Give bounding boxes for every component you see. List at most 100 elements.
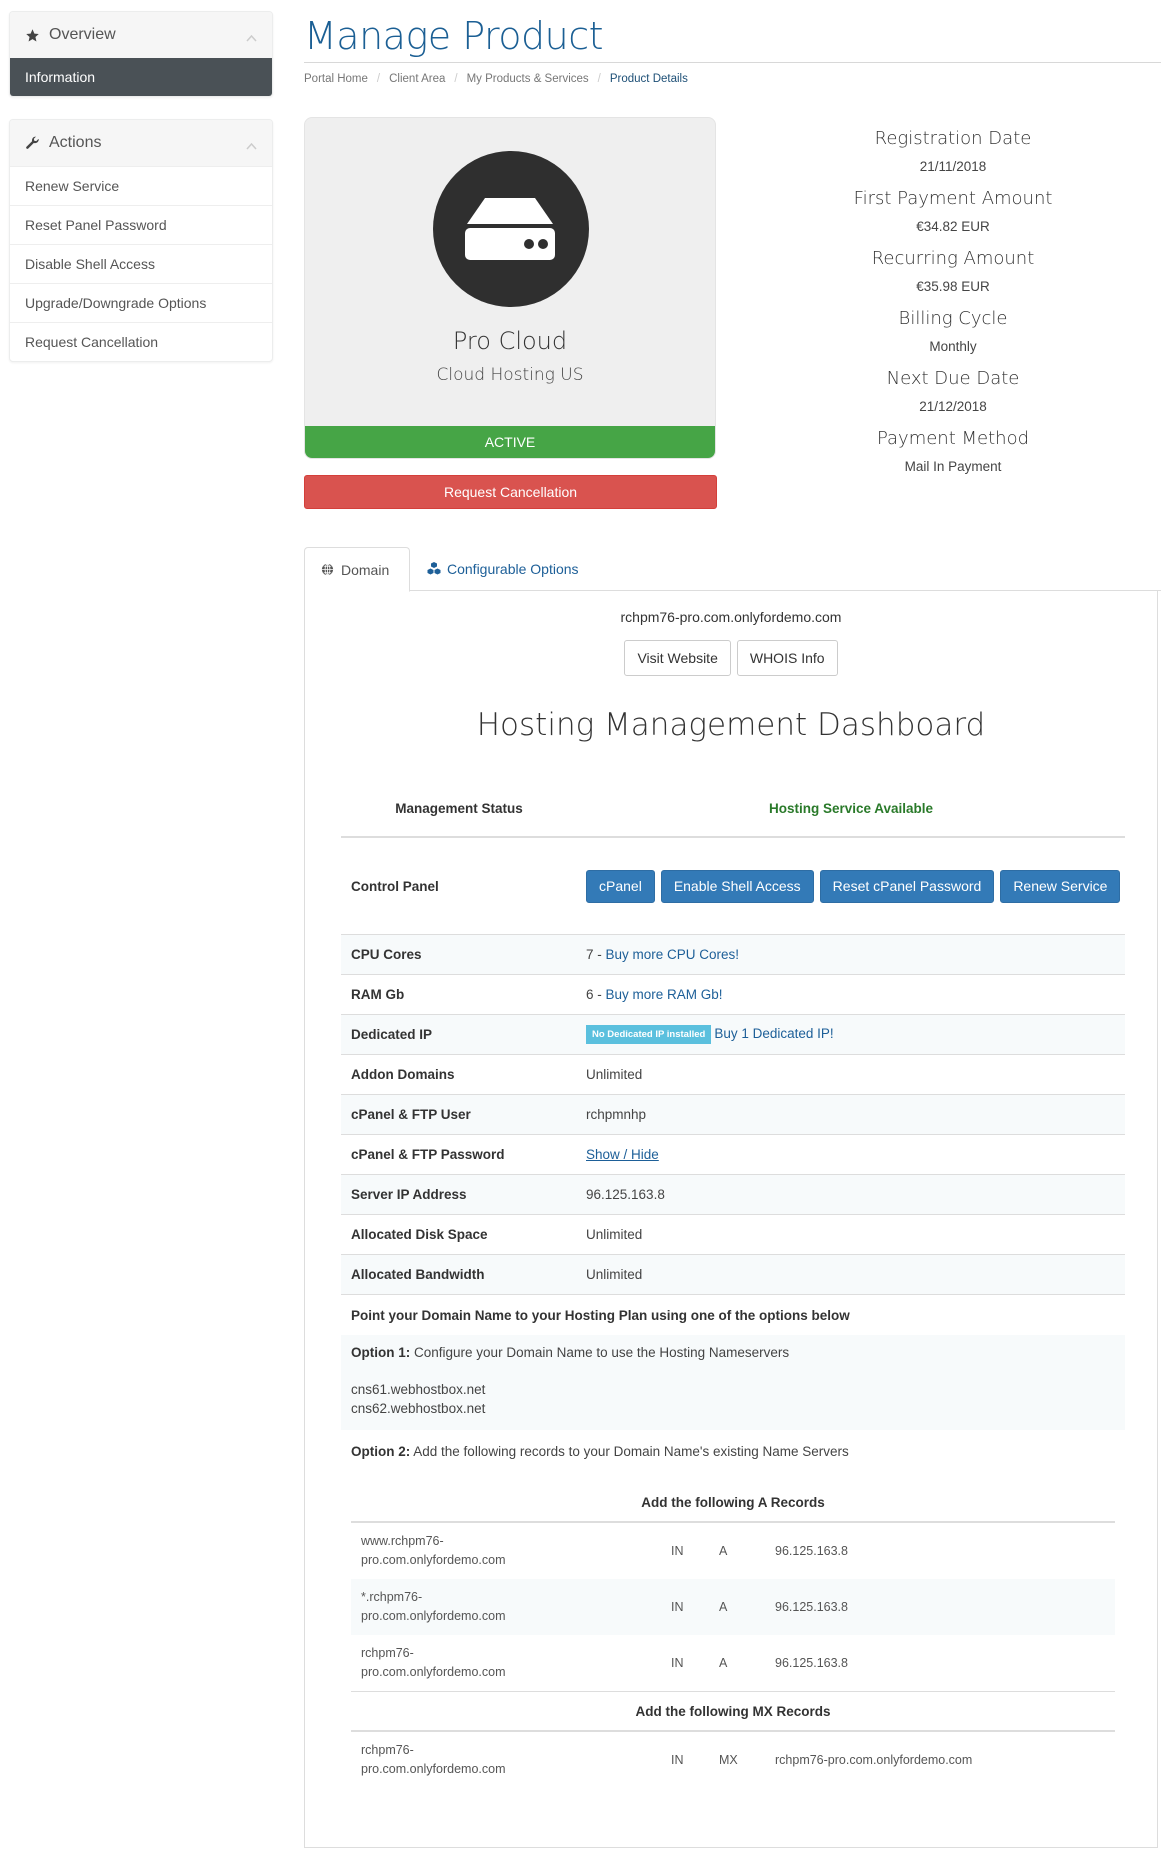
row-value: 6 - Buy more RAM Gb! [586,987,723,1002]
row-value: Unlimited [586,1067,643,1082]
sidebar: Overview Information Actions Renew Servi… [9,11,273,384]
globe-icon [321,563,335,577]
record-type: A [719,1544,728,1558]
row-value: 7 - Buy more CPU Cores! [586,947,740,962]
row-value: rchpmnhp [586,1107,647,1122]
option-2-description: Add the following records to your Domain… [413,1444,849,1459]
visit-website-button[interactable]: Visit Website [624,640,731,676]
point-domain-title: Point your Domain Name to your Hosting P… [351,1307,850,1323]
actions-title: Actions [49,134,102,151]
sidebar-item-reset-panel-password[interactable]: Reset Panel Password [10,205,272,244]
record-class: IN [671,1600,684,1614]
domain-tab-pane: rchpm76- pro.com.onlyfordemo.com Visit We… [304,590,1158,1848]
breadcrumb: Portal Home / Client Area / My Products … [304,73,688,85]
show-hide-password-link[interactable]: Show / Hide [586,1147,659,1162]
sidebar-item-renew-service[interactable]: Renew Service [10,166,272,205]
breadcrumb-separator: / [597,73,601,85]
whois-info-button[interactable]: WHOIS Info [736,640,838,676]
first-payment-label: First Payment Amount [853,188,1053,209]
host-line: pro.com.onlyfordemo.com [361,1553,506,1567]
overview-panel-header[interactable]: Overview [10,12,272,58]
enable-shell-access-button[interactable]: Enable Shell Access [660,869,814,903]
product-tabs: Domain Configurable Options [304,547,1161,592]
payment-method-label: Payment Method [876,428,1030,449]
row-value: Unlimited [586,1267,643,1282]
record-type: A [719,1656,728,1670]
row-label: cPanel & FTP User [351,1107,471,1122]
sidebar-item-label: Information [25,69,96,85]
payment-method-value: Mail In Payment [904,459,1002,474]
sidebar-item-information[interactable]: Information [10,58,272,96]
sidebar-item-label: Renew Service [25,178,120,194]
sidebar-item-label: Disable Shell Access [25,256,155,272]
table-row-disk-space: Allocated Disk Space Unlimited [341,1215,1125,1255]
host-line: pro.com.onlyfordemo.com [361,1609,506,1623]
cpanel-button[interactable]: cPanel [586,869,655,903]
record-target: rchpm76-pro.com.onlyfordemo.com [775,1753,973,1767]
option-1-description: Configure your Domain Name to use the Ho… [414,1345,790,1360]
product-group: Cloud Hosting US [436,365,584,385]
actions-panel-header[interactable]: Actions [10,120,272,166]
billing-cycle-value: Monthly [929,339,977,354]
page-title: Manage Product [304,14,604,58]
row-value: No Dedicated IP installed Buy 1 Dedicated… [586,1025,1125,1044]
table-row-addon-domains: Addon Domains Unlimited [341,1055,1125,1095]
chevron-up-icon[interactable] [246,29,257,42]
billing-cycle-label: Billing Cycle [898,308,1008,329]
next-due-date-value: 21/12/2018 [919,399,987,414]
status-badge: ACTIVE [305,426,715,458]
reset-cpanel-password-button[interactable]: Reset cPanel Password [819,869,995,903]
breadcrumb-portal-home[interactable]: Portal Home [304,73,368,85]
row-label: Allocated Bandwidth [351,1267,485,1282]
option-2-key: Option 2: [351,1444,411,1459]
tab-label: Domain [341,561,390,578]
breadcrumb-client-area[interactable]: Client Area [389,73,445,85]
table-row-control-panel: Control Panel cPanel Enable Shell Access… [341,838,1125,935]
option-2-text: Option 2: Add the following records to y… [341,1430,1125,1473]
buy-ram-link[interactable]: Buy more RAM Gb! [606,987,723,1002]
sidebar-item-disable-shell-access[interactable]: Disable Shell Access [10,244,272,283]
record-class: IN [671,1544,684,1558]
sidebar-item-request-cancellation[interactable]: Request Cancellation [10,322,272,361]
no-dedicated-ip-badge: No Dedicated IP installed [586,1025,712,1044]
breadcrumb-my-products[interactable]: My Products & Services [467,73,589,85]
sidebar-item-label: Request Cancellation [25,334,159,350]
product-name: Pro Cloud [452,327,568,355]
recurring-amount-label: Recurring Amount [871,248,1035,269]
row-value: Unlimited [586,1227,643,1242]
ram-value: 6 [586,987,594,1002]
record-target: 96.125.163.8 [775,1544,848,1558]
option-1-key: Option 1: [351,1345,411,1360]
management-header: Management Status Hosting Service Availa… [341,780,1125,838]
record-class: IN [671,1753,684,1767]
table-row-ftp-password: cPanel & FTP Password Show / Hide [341,1135,1125,1175]
registration-date-value: 21/11/2018 [919,159,987,174]
renew-service-button[interactable]: Renew Service [1000,869,1121,903]
sidebar-item-label: Upgrade/Downgrade Options [25,295,207,311]
sidebar-item-upgrade-downgrade[interactable]: Upgrade/Downgrade Options [10,283,272,322]
table-row-ftp-user: cPanel & FTP User rchpmnhp [341,1095,1125,1135]
chevron-up-icon[interactable] [246,137,257,150]
nameserver-1: cns61.webhostbox.net [351,1382,486,1397]
record-host: rchpm76- pro.com.onlyfordemo.com [351,1741,671,1779]
server-icon [433,151,589,307]
row-label: cPanel & FTP Password [351,1147,505,1162]
host-line: pro.com.onlyfordemo.com [361,1762,506,1776]
tab-domain[interactable]: Domain [304,547,410,592]
row-label: Dedicated IP [351,1027,433,1042]
sidebar-item-label: Reset Panel Password [25,217,167,233]
record-type: MX [719,1753,738,1767]
host-line: rchpm76- [361,1743,414,1757]
request-cancellation-button[interactable]: Request Cancellation [304,475,717,509]
first-payment-value: €34.82 EUR [916,219,990,234]
table-row: rchpm76- pro.com.onlyfordemo.com IN MX rc… [351,1732,1115,1788]
management-status-label: Management Status [395,800,523,816]
buy-dedicated-ip-link[interactable]: Buy 1 Dedicated IP! [714,1026,833,1041]
table-row-dedicated-ip: Dedicated IP No Dedicated IP installed Bu… [341,1015,1125,1055]
row-value: 96.125.163.8 [586,1187,665,1202]
host-line: rchpm76- [361,1646,414,1660]
tab-configurable-options[interactable]: Configurable Options [411,547,595,591]
row-label: Control Panel [351,878,439,894]
buy-cpu-link[interactable]: Buy more CPU Cores! [606,947,740,962]
option-1-text: Option 1: Configure your Domain Name to … [351,1345,1115,1360]
